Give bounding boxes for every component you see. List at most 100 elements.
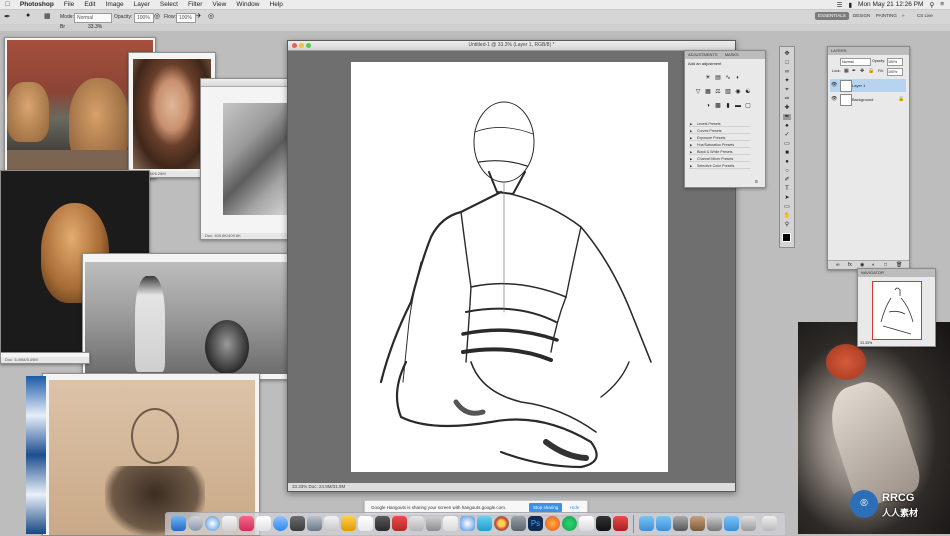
calendar-icon[interactable] xyxy=(358,516,373,531)
navigator-zoom[interactable]: 33.33% xyxy=(860,341,872,345)
mail-icon[interactable] xyxy=(222,516,237,531)
brightness-contrast-icon[interactable]: ☀ xyxy=(705,75,711,81)
tab-adjustments[interactable]: ADJUSTMENTS xyxy=(688,52,718,57)
healing-brush-tool-icon[interactable]: ✚ xyxy=(783,105,791,111)
thumbnail-stack-1-icon[interactable] xyxy=(673,516,688,531)
move-tool-icon[interactable]: ✥ xyxy=(783,51,791,57)
opacity-field[interactable]: 100% xyxy=(134,13,154,23)
menu-filter[interactable]: Filter xyxy=(183,1,207,8)
calculator-icon[interactable] xyxy=(409,516,424,531)
maps-icon[interactable] xyxy=(477,516,492,531)
menu-file[interactable]: File xyxy=(59,1,79,8)
photo-filter-icon[interactable]: ◉ xyxy=(735,89,741,95)
downloads-folder-icon[interactable] xyxy=(724,516,739,531)
hand-tool-icon[interactable]: ✋ xyxy=(783,213,791,219)
layer-visibility-eye-icon[interactable]: 👁 xyxy=(831,79,837,92)
gradient-map-icon[interactable]: ▬ xyxy=(735,103,741,109)
workspace-design-button[interactable]: DESIGN xyxy=(850,12,873,20)
gradient-tool-icon[interactable]: ■ xyxy=(783,150,791,156)
tab-layers[interactable]: LAYERS xyxy=(831,48,847,53)
preset-curves[interactable]: Curves Presets xyxy=(689,128,750,134)
menu-edit[interactable]: Edit xyxy=(79,1,100,8)
camera-icon[interactable] xyxy=(596,516,611,531)
workspace-essentials-button[interactable]: ESSENTIALS xyxy=(815,12,849,20)
finder-icon[interactable] xyxy=(171,516,186,531)
trash-icon[interactable] xyxy=(762,516,777,531)
menu-image[interactable]: Image xyxy=(101,1,129,8)
applications-folder-icon[interactable] xyxy=(639,516,654,531)
launchpad-icon[interactable] xyxy=(188,516,203,531)
terminal-icon[interactable] xyxy=(290,516,305,531)
thumbnail-stack-4-icon[interactable] xyxy=(741,516,756,531)
lock-image-icon[interactable]: ✒ xyxy=(852,68,856,74)
wifi-icon[interactable]: ☰ xyxy=(837,1,843,9)
menu-help[interactable]: Help xyxy=(265,1,288,8)
preset-exposure[interactable]: Exposure Presets xyxy=(689,135,750,141)
posterize-icon[interactable]: ▩ xyxy=(715,103,721,109)
navigator-preview[interactable] xyxy=(872,281,922,340)
crop-tool-icon[interactable]: ⌖ xyxy=(783,87,791,93)
documents-folder-icon[interactable] xyxy=(656,516,671,531)
selective-color-icon[interactable]: ▢ xyxy=(745,103,751,109)
curves-icon[interactable]: ∿ xyxy=(725,75,731,81)
app-store-icon[interactable] xyxy=(273,516,288,531)
black-white-icon[interactable]: ▧ xyxy=(725,89,731,95)
blend-mode-dropdown[interactable]: Normal xyxy=(840,58,871,66)
color-balance-icon[interactable]: ⚖ xyxy=(715,89,721,95)
zoom-level[interactable]: 33.3% xyxy=(88,24,102,30)
flow-field[interactable]: 100% xyxy=(176,13,196,23)
thumbnail-stack-2-icon[interactable] xyxy=(690,516,705,531)
stop-sharing-button[interactable]: Stop sharing xyxy=(529,503,563,512)
preset-channel-mixer[interactable]: Channel Mixer Presets xyxy=(689,156,750,162)
brush-preset-picker-icon[interactable]: ● xyxy=(26,12,30,19)
lock-position-icon[interactable]: ✥ xyxy=(860,68,864,74)
thumbnail-stack-3-icon[interactable] xyxy=(707,516,722,531)
path-select-tool-icon[interactable]: ➤ xyxy=(783,195,791,201)
layers-panel-tabs[interactable]: LAYERS xyxy=(828,47,909,55)
panel-menu-icon[interactable]: ≡ xyxy=(755,179,758,185)
menubar-clock[interactable]: Mon May 21 12:26 PM xyxy=(858,1,923,8)
reference-window-boy[interactable]: Doc: 409.6K/409.6K xyxy=(200,78,292,240)
brush-panel-icon[interactable]: ▦ xyxy=(44,12,51,20)
type-tool-icon[interactable]: T xyxy=(783,186,791,192)
launch-bridge-icon[interactable]: Br xyxy=(60,24,65,30)
brush-tool-icon-active[interactable]: ✒ xyxy=(783,114,791,120)
reference-window-small-status[interactable]: Doc: 5.49M/5.49M xyxy=(0,352,90,364)
fill-field[interactable]: 100% xyxy=(887,68,903,76)
layers-opacity-field[interactable]: 100% xyxy=(887,58,903,66)
menu-list-icon[interactable]: ≡ xyxy=(940,1,944,8)
layer-name[interactable]: Layer 1 xyxy=(852,83,865,88)
eyedropper-tool-icon[interactable]: ✑ xyxy=(783,96,791,102)
boy-window-titlebar[interactable] xyxy=(201,79,291,87)
blur-tool-icon[interactable]: ● xyxy=(783,159,791,165)
search-icon[interactable]: ⚲ xyxy=(929,1,934,9)
history-brush-tool-icon[interactable]: ✓ xyxy=(783,132,791,138)
apple-icon[interactable]:  xyxy=(0,1,15,8)
activity-monitor-icon[interactable] xyxy=(375,516,390,531)
firefox-icon[interactable] xyxy=(545,516,560,531)
navigator-panel-tabs[interactable]: NAVIGATOR xyxy=(858,269,935,277)
preset-black-white[interactable]: Black & White Presets xyxy=(689,149,750,155)
menu-window[interactable]: Window xyxy=(231,1,264,8)
cs-live-button[interactable]: CS Live xyxy=(914,12,936,20)
layer-row-layer-1[interactable]: 👁 Layer 1 xyxy=(830,79,906,92)
quick-select-tool-icon[interactable]: ✦ xyxy=(783,78,791,84)
preset-hue-saturation[interactable]: Hue/Saturation Presets xyxy=(689,142,750,148)
invert-icon[interactable]: ◑ xyxy=(705,103,711,109)
workspace-painting-button[interactable]: PAINTING xyxy=(873,12,900,20)
quicktime-icon[interactable] xyxy=(460,516,475,531)
chrome-icon[interactable] xyxy=(494,516,509,531)
adjustments-panel-tabs[interactable]: ADJUSTMENTS MASKS xyxy=(685,51,765,59)
safari-icon[interactable] xyxy=(205,516,220,531)
workspace-more-icon[interactable]: » xyxy=(899,12,908,20)
layer-row-background[interactable]: 👁 Background 🔒 xyxy=(830,93,906,106)
battery-icon[interactable]: ▮ xyxy=(848,1,852,9)
menu-layer[interactable]: Layer xyxy=(129,1,155,8)
foreground-color-swatch[interactable] xyxy=(782,233,791,242)
menu-view[interactable]: View xyxy=(207,1,231,8)
hue-saturation-icon[interactable]: ▦ xyxy=(705,89,711,95)
menu-app-name[interactable]: Photoshop xyxy=(15,1,59,8)
clone-stamp-tool-icon[interactable]: ♠ xyxy=(783,123,791,129)
background-layer-name[interactable]: Background xyxy=(852,97,873,102)
minimize-window-button[interactable] xyxy=(299,43,304,48)
